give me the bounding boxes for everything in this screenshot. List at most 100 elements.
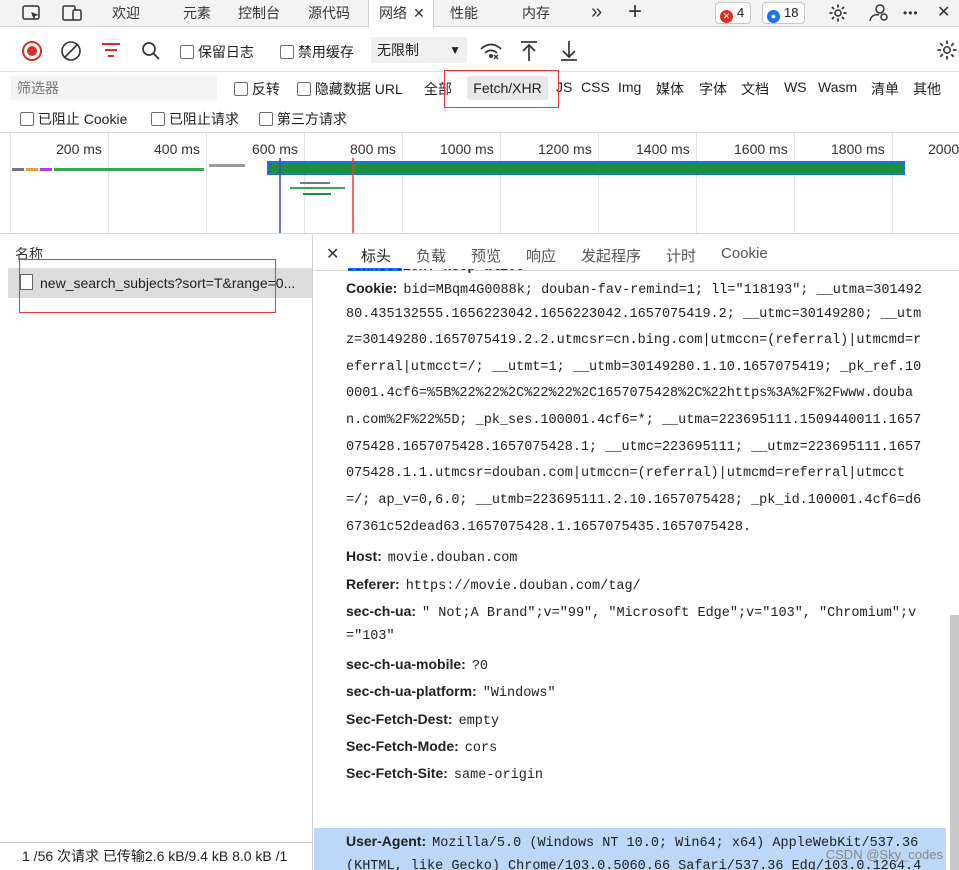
- header-value-line: ="103": [346, 629, 395, 644]
- type-filter-other[interactable]: 其他: [913, 79, 941, 99]
- preserve-log-label: 保留日志: [197, 44, 254, 60]
- header-key: User-Agent:: [346, 833, 427, 849]
- close-tab-icon[interactable]: ✕: [413, 5, 425, 21]
- header-row-sec-fetch-site: Sec-Fetch-Site: same-origin: [346, 760, 946, 790]
- search-icon[interactable]: [141, 41, 161, 61]
- type-filter-font[interactable]: 字体: [699, 79, 727, 99]
- type-filter-manifest[interactable]: 清单: [871, 79, 899, 99]
- filter-icon[interactable]: [101, 42, 121, 58]
- tab-elements[interactable]: 元素: [183, 0, 211, 27]
- tab-cookies[interactable]: Cookie: [721, 245, 768, 262]
- type-filter-fetch-xhr[interactable]: Fetch/XHR: [467, 76, 548, 100]
- blocked-requests-label: 已阻止请求: [168, 111, 239, 127]
- customize-people-icon[interactable]: [868, 4, 890, 22]
- header-row-sec-ch-ua-platform: sec-ch-ua-platform: "Windows": [346, 678, 946, 708]
- message-count-badge[interactable]: ● 18: [762, 2, 806, 24]
- header-value-line: 67361c52dead63.1657075428.1.1657075435.1…: [346, 520, 752, 535]
- header-value-line: =/; ap_v=0,6.0; __utmb=223695111.2.10.16…: [346, 493, 922, 508]
- type-filter-media[interactable]: 媒体: [656, 79, 684, 99]
- hide-data-url-box[interactable]: [297, 82, 311, 96]
- header-row-sec-fetch-mode: Sec-Fetch-Mode: cors: [346, 733, 946, 763]
- blocked-filters-row: 已阻止 Cookie 已阻止请求 第三方请求: [0, 104, 959, 131]
- overview-bar: [54, 168, 204, 171]
- blocked-requests-box[interactable]: [151, 112, 165, 126]
- settings-gear-icon[interactable]: [828, 3, 848, 23]
- error-count-badge[interactable]: ✕ 4: [715, 2, 752, 24]
- type-filter-img[interactable]: Img: [618, 79, 641, 95]
- tab-memory[interactable]: 内存: [522, 0, 550, 27]
- type-filter-css[interactable]: CSS: [581, 79, 610, 95]
- vertical-scrollbar-thumb[interactable]: [950, 615, 959, 870]
- tab-welcome[interactable]: 欢迎: [112, 0, 140, 27]
- type-filter-doc[interactable]: 文档: [741, 79, 769, 99]
- more-tabs-icon[interactable]: »: [591, 0, 602, 27]
- request-row-selected[interactable]: new_search_subjects?sort=T&range=0...: [8, 268, 312, 298]
- tab-headers[interactable]: 标头: [361, 245, 391, 266]
- tab-initiator[interactable]: 发起程序: [581, 245, 641, 266]
- hide-data-url-checkbox[interactable]: 隐藏数据 URL: [297, 79, 403, 99]
- tab-network[interactable]: 网络 ✕: [368, 0, 434, 28]
- type-filter-js[interactable]: JS: [556, 79, 572, 95]
- inspect-element-icon[interactable]: [22, 4, 42, 22]
- tab-console[interactable]: 控制台: [238, 0, 280, 27]
- overview-bar: [26, 168, 38, 171]
- filter-input[interactable]: [11, 76, 217, 100]
- add-tab-icon[interactable]: +: [628, 0, 642, 27]
- watermark: CSDN @Sky_codes: [825, 847, 943, 862]
- header-key: Sec-Fetch-Mode:: [346, 738, 459, 754]
- header-value-line: n.com%2F%22%5D; _pk_ses.100001.4cf6=*; _…: [346, 413, 922, 428]
- header-value-line: eferral|utmcct=/; __utmt=1; __utmb=30149…: [346, 360, 922, 375]
- header-value: empty: [458, 714, 500, 729]
- tab-response[interactable]: 响应: [526, 245, 556, 266]
- header-row-sec-fetch-dest: Sec-Fetch-Dest: empty: [346, 706, 946, 736]
- header-value: cors: [464, 741, 498, 756]
- blocked-requests-checkbox[interactable]: 已阻止请求: [151, 109, 239, 129]
- disable-cache-checkbox[interactable]: 禁用缓存: [280, 42, 354, 62]
- header-key: sec-ch-ua-mobile:: [346, 656, 466, 672]
- header-row-cookie: Cookie: bid=MBqm4G0088k; douban-fav-remin…: [346, 275, 946, 305]
- preserve-log-box[interactable]: [180, 45, 194, 59]
- record-stop-icon[interactable]: [21, 40, 43, 62]
- preserve-log-checkbox[interactable]: 保留日志: [180, 42, 254, 62]
- filter-row: 反转 隐藏数据 URL 全部 Fetch/XHR JS CSS Img 媒体 字…: [0, 72, 959, 104]
- network-settings-gear-icon[interactable]: [936, 39, 958, 61]
- close-detail-icon[interactable]: ✕: [326, 244, 339, 264]
- header-row-sec-ch-ua-mobile: sec-ch-ua-mobile: ?0: [346, 651, 946, 681]
- header-key: Sec-Fetch-Site:: [346, 765, 448, 781]
- clear-log-icon[interactable]: [59, 40, 83, 62]
- tab-performance[interactable]: 性能: [450, 0, 478, 27]
- device-emulation-icon[interactable]: [62, 4, 82, 22]
- tab-payload[interactable]: 负载: [416, 245, 446, 266]
- export-har-download-icon[interactable]: [559, 40, 579, 62]
- request-detail-pane: ✕ 标头 负载 预览 响应 发起程序 计时 Cookie Connection:…: [314, 235, 959, 870]
- tab-timing[interactable]: 计时: [666, 245, 696, 266]
- blocked-cookies-checkbox[interactable]: 已阻止 Cookie: [20, 109, 127, 129]
- error-icon: ✕: [720, 10, 733, 23]
- network-overview-timeline[interactable]: 200 ms 400 ms 600 ms 800 ms 1000 ms 1200…: [0, 132, 959, 234]
- blocked-cookies-box[interactable]: [20, 112, 34, 126]
- import-har-upload-icon[interactable]: [519, 40, 539, 62]
- header-row-referer: Referer: https://movie.douban.com/tag/: [346, 571, 946, 601]
- third-party-box[interactable]: [259, 112, 273, 126]
- header-value-line: 0001.4cf6=%5B%22%22%2C%22%22%2C165707542…: [346, 386, 914, 401]
- disable-cache-label: 禁用缓存: [297, 44, 354, 60]
- invert-checkbox[interactable]: 反转: [234, 79, 280, 99]
- overview-bar: [209, 164, 245, 167]
- more-options-icon[interactable]: •••: [903, 0, 919, 27]
- name-column-header[interactable]: 名称: [15, 244, 43, 264]
- type-filter-wasm[interactable]: Wasm: [818, 79, 857, 95]
- third-party-checkbox[interactable]: 第三方请求: [259, 109, 347, 129]
- header-key: Sec-Fetch-Dest:: [346, 711, 453, 727]
- invert-box[interactable]: [234, 82, 248, 96]
- type-filter-all[interactable]: 全部: [424, 79, 452, 99]
- disable-cache-box[interactable]: [280, 45, 294, 59]
- throttling-select[interactable]: 无限制 ▼: [371, 37, 467, 63]
- overview-bar: [300, 182, 330, 184]
- close-devtools-icon[interactable]: ✕: [937, 0, 950, 27]
- header-value: "Windows": [482, 686, 556, 701]
- tab-preview[interactable]: 预览: [471, 245, 501, 266]
- network-conditions-wifi-icon[interactable]: [479, 41, 503, 61]
- tab-sources[interactable]: 源代码: [308, 0, 350, 27]
- type-filter-ws[interactable]: WS: [784, 79, 807, 95]
- header-value-line: 80.435132555.1656223042.1656223042.16570…: [346, 307, 922, 322]
